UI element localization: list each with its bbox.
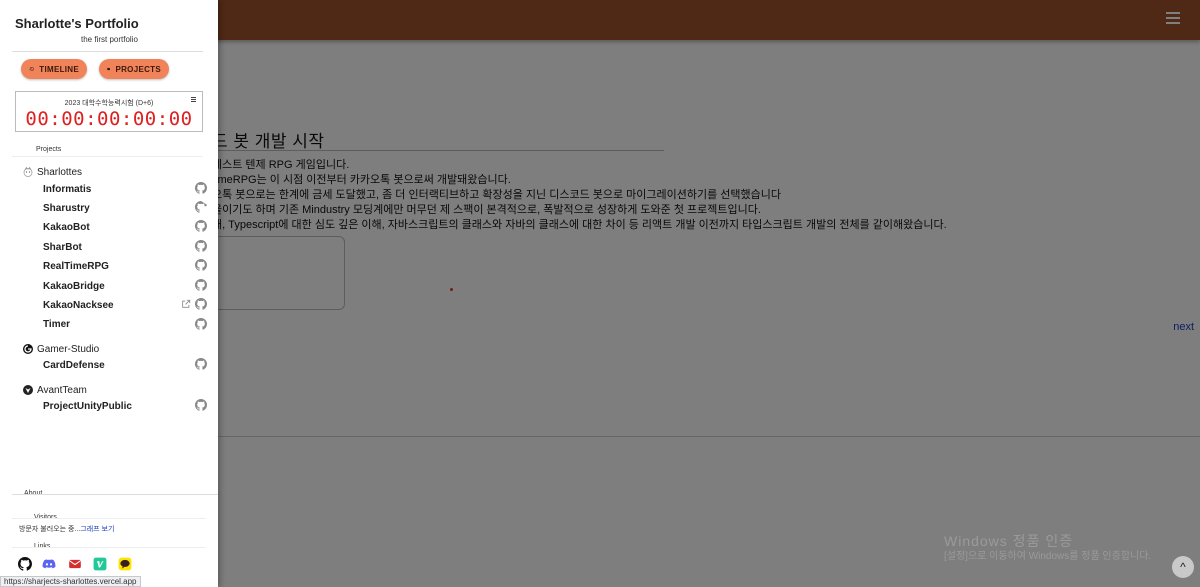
github-icon[interactable]: [195, 259, 207, 271]
github-icon[interactable]: [195, 279, 207, 291]
countdown-menu-icon[interactable]: [191, 97, 196, 102]
gamer-studio-icon: [23, 344, 33, 354]
velog-icon[interactable]: [93, 557, 107, 571]
visitors-status: 방문자 불러오는 중...그래프 보기: [19, 524, 114, 534]
projects-section-label: Projects: [36, 146, 62, 153]
drawer-subtitle: the first portfolio: [81, 35, 138, 44]
scroll-top-button[interactable]: ^: [1172, 556, 1194, 578]
project-item-informatis[interactable]: Informatis: [43, 184, 91, 195]
countdown-label: 2023 대학수학능력시험 (D+6): [64, 100, 154, 107]
group-name: Sharlottes: [37, 166, 83, 178]
group-avantteam[interactable]: AvantTeam: [22, 384, 87, 396]
project-item-kakaobridge[interactable]: KakaoBridge: [43, 281, 105, 292]
github-icon[interactable]: [18, 557, 32, 571]
countdown-widget: 2023 대학수학능력시험 (D+6) 00:00:00:00:00: [15, 91, 203, 132]
navigation-drawer: Sharlotte's Portfolio the first portfoli…: [0, 0, 218, 587]
divider: [12, 494, 218, 495]
project-item-timer[interactable]: Timer: [43, 319, 70, 330]
folder-icon: [107, 67, 111, 71]
drawer-title: Sharlotte's Portfolio: [15, 16, 139, 31]
timeline-button[interactable]: TIMELINE: [21, 59, 87, 79]
project-item-carddefense[interactable]: CardDefense: [43, 360, 105, 371]
group-name: Gamer-Studio: [37, 343, 100, 355]
visitors-graph-link[interactable]: 그래프 보기: [80, 526, 114, 533]
projects-button-label: PROJECTS: [115, 64, 161, 74]
discord-icon[interactable]: [42, 557, 56, 571]
project-item-kakaobot[interactable]: KakaoBot: [43, 222, 90, 233]
divider: [12, 51, 203, 52]
sharlottes-icon: [23, 166, 33, 177]
group-name: AvantTeam: [37, 384, 87, 396]
kakaotalk-icon[interactable]: [118, 557, 132, 571]
divider: [12, 547, 206, 548]
timeline-button-label: TIMELINE: [39, 64, 79, 74]
divider: [12, 156, 203, 157]
project-item-projectunitypublic[interactable]: ProjectUnityPublic: [43, 401, 132, 412]
visitors-loading-text: 방문자 불러오는 중...: [19, 526, 81, 533]
mail-icon[interactable]: [68, 557, 82, 571]
divider: [12, 518, 206, 519]
group-gamer-studio[interactable]: Gamer-Studio: [22, 343, 99, 355]
project-item-kakaonacksee[interactable]: KakaoNacksee: [43, 300, 114, 311]
github-icon[interactable]: [195, 240, 207, 252]
history-icon: [29, 67, 34, 71]
projects-button[interactable]: PROJECTS: [99, 59, 169, 79]
countdown-time: 00:00:00:00:00: [25, 108, 193, 130]
group-sharlottes[interactable]: Sharlottes: [22, 166, 82, 178]
chevron-up-icon: ^: [1180, 560, 1186, 574]
github-icon[interactable]: [195, 358, 207, 370]
status-bar-url: https://sharjects-sharlottes.vercel.app: [0, 576, 141, 587]
github-icon[interactable]: [195, 318, 207, 330]
github-icon[interactable]: [195, 201, 207, 213]
external-link-icon[interactable]: [181, 299, 191, 309]
github-icon[interactable]: [195, 399, 207, 411]
avantteam-icon: [23, 385, 33, 395]
project-item-sharbot[interactable]: SharBot: [43, 242, 82, 253]
project-item-realtimerpg[interactable]: RealTimeRPG: [43, 261, 109, 272]
github-icon[interactable]: [195, 298, 207, 310]
github-icon[interactable]: [195, 182, 207, 194]
github-icon[interactable]: [195, 220, 207, 232]
windows-activation-subtitle: [설정]으로 이동하여 Windows를 정품 인증합니다.: [944, 551, 1152, 562]
project-item-sharustry[interactable]: Sharustry: [43, 203, 90, 214]
